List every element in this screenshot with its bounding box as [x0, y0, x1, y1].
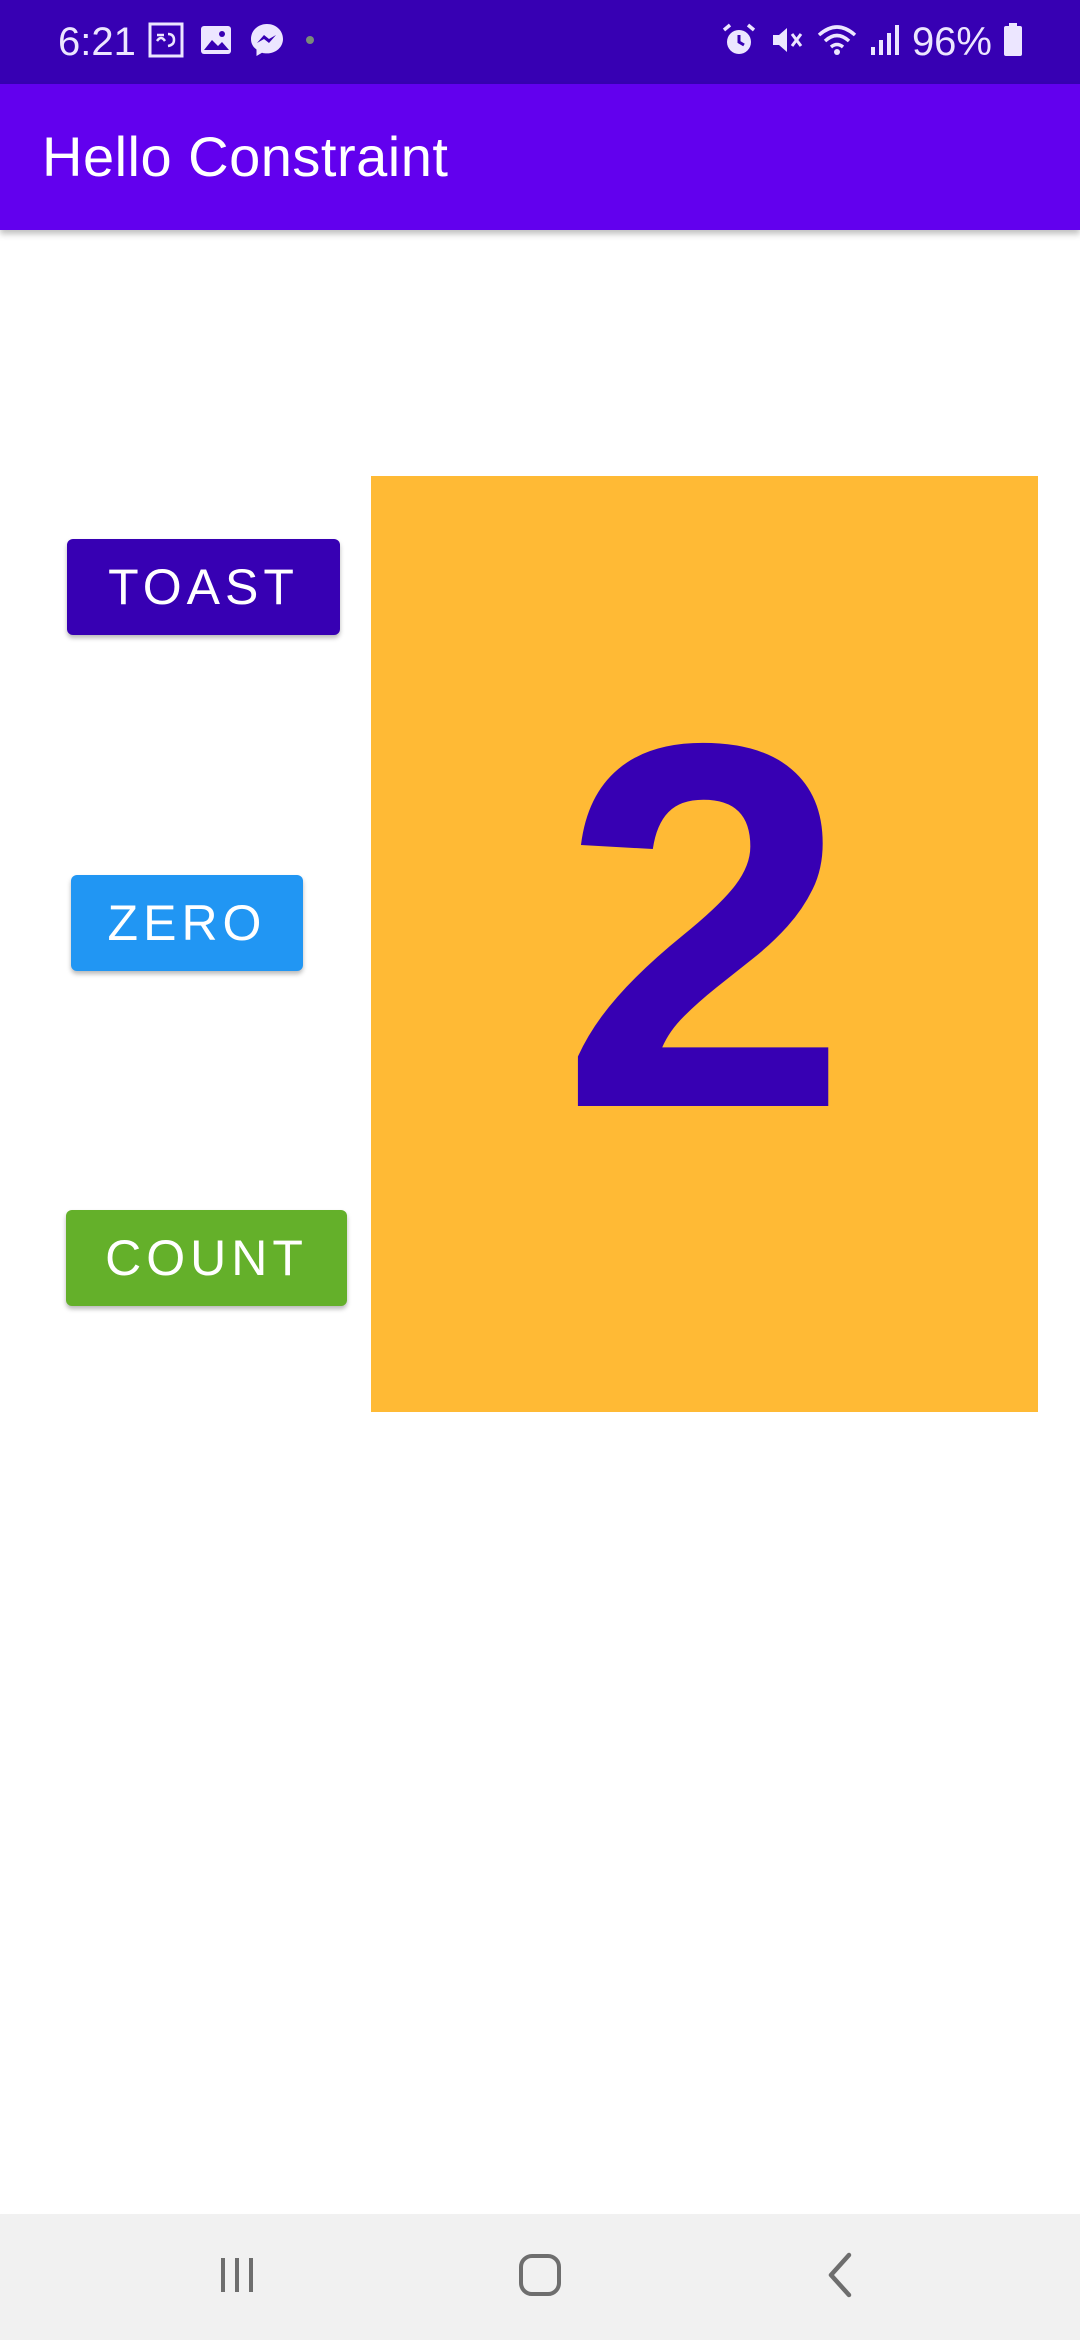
app-title: Hello Constraint — [42, 125, 449, 188]
home-icon — [516, 2251, 564, 2304]
recents-button[interactable] — [197, 2242, 277, 2312]
count-panel: 2 — [371, 476, 1038, 1412]
gallery-icon — [198, 22, 234, 63]
zero-button[interactable]: ZERO — [71, 875, 303, 971]
home-button[interactable] — [500, 2242, 580, 2312]
battery-percentage: 96% — [911, 20, 992, 64]
toast-button[interactable]: TOAST — [67, 539, 340, 635]
status-right-icons: 96% — [720, 18, 1024, 66]
battery-icon — [1002, 21, 1024, 64]
notification-dot-icon — [300, 30, 320, 55]
count-value: 2 — [559, 636, 850, 1217]
wifi-icon — [816, 21, 858, 64]
back-button[interactable] — [801, 2242, 881, 2312]
navigation-bar — [0, 2214, 1080, 2340]
keyboard-language-icon — [148, 22, 184, 63]
screen: 6:21 96% Hello Constraint TOAST ZERO COU… — [0, 0, 1080, 2340]
count-button[interactable]: COUNT — [66, 1210, 347, 1306]
app-bar: Hello Constraint — [0, 84, 1080, 230]
recents-icon — [215, 2253, 259, 2302]
signal-icon — [868, 21, 902, 64]
status-left-icons — [148, 22, 320, 62]
status-time: 6:21 — [58, 20, 136, 64]
vibrate-mute-icon — [768, 21, 806, 64]
status-bar: 6:21 96% — [0, 0, 1080, 84]
messenger-icon — [248, 21, 286, 64]
alarm-icon — [720, 21, 758, 64]
back-icon — [819, 2251, 863, 2304]
